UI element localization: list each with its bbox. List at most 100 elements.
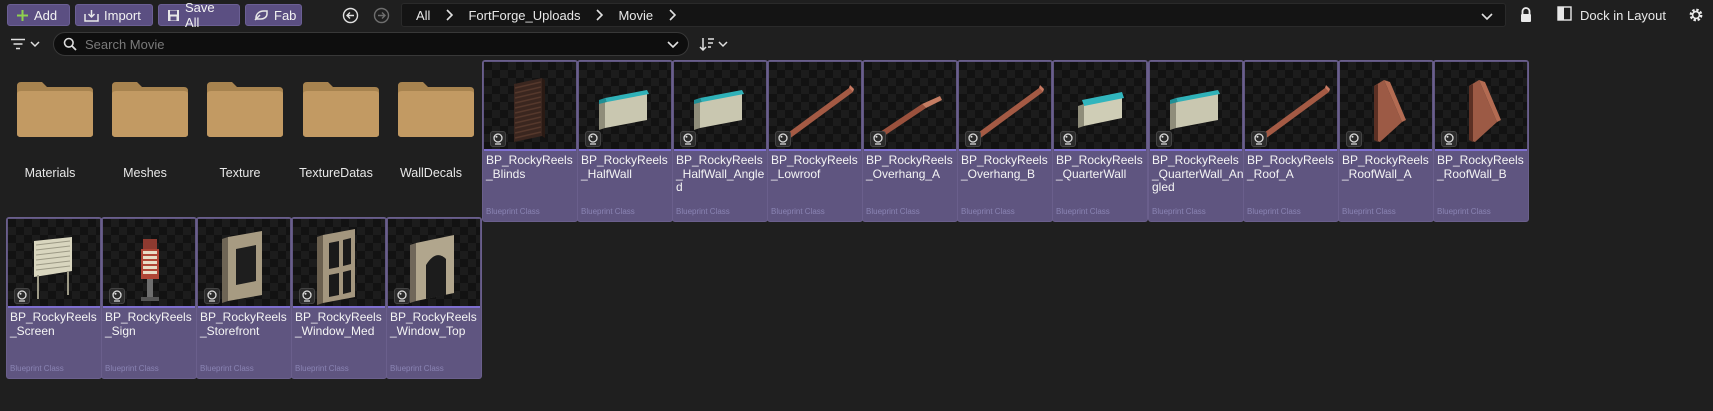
folder-icon [397, 78, 475, 138]
lock-icon[interactable] [1518, 6, 1534, 24]
asset-name: BP_RockyReels_Roof_A [1247, 153, 1334, 181]
asset-grid: Materials Meshes Texture TextureDatas WallDe… [0, 60, 1713, 411]
asset-tile[interactable]: BP_RockyReels_Window_Top Blueprint Class [386, 217, 482, 379]
chevron-right-icon[interactable] [589, 8, 609, 22]
folder-icon [206, 78, 284, 138]
asset-tile[interactable]: BP_RockyReels_RoofWall_A Blueprint Class [1338, 60, 1434, 222]
folder-label: Materials [24, 166, 76, 180]
chevron-right-icon[interactable] [662, 8, 682, 22]
asset-tile[interactable]: BP_RockyReels_Roof_A Blueprint Class [1243, 60, 1339, 222]
asset-tile[interactable]: BP_RockyReels_Blinds Blueprint Class [482, 60, 578, 222]
folder-item[interactable]: Materials [2, 60, 98, 220]
asset-tile[interactable]: BP_RockyReels_QuarterWall Blueprint Class [1052, 60, 1148, 222]
blueprint-icon [109, 288, 125, 304]
asset-tile[interactable]: BP_RockyReels_RoofWall_B Blueprint Class [1433, 60, 1529, 222]
asset-thumbnail [293, 219, 385, 308]
folder-item[interactable]: WallDecals [383, 60, 479, 220]
blueprint-icon [490, 131, 506, 147]
fab-icon [254, 9, 269, 21]
asset-thumbnail [103, 219, 195, 308]
chevron-right-icon[interactable] [439, 8, 459, 22]
blueprint-icon [394, 288, 410, 304]
blueprint-icon [965, 131, 981, 147]
asset-name: BP_RockyReels_Storefront [200, 310, 287, 338]
asset-type: Blueprint Class [676, 207, 730, 216]
filter-icon [11, 38, 25, 50]
asset-thumbnail [1340, 62, 1432, 151]
asset-name: BP_RockyReels_QuarterWall_Angled [1152, 153, 1244, 194]
back-button[interactable] [341, 6, 359, 24]
asset-thumbnail [8, 219, 100, 308]
asset-name: BP_RockyReels_RoofWall_B [1437, 153, 1524, 181]
asset-thumbnail [198, 219, 290, 308]
folder-icon [302, 78, 380, 138]
breadcrumb-item-all[interactable]: All [416, 8, 430, 23]
folder-label: WallDecals [399, 166, 463, 180]
asset-type: Blueprint Class [961, 207, 1015, 216]
breadcrumb-item-movie[interactable]: Movie [618, 8, 653, 23]
asset-thumbnail [484, 62, 576, 151]
asset-type: Blueprint Class [200, 364, 254, 373]
asset-tile[interactable]: BP_RockyReels_Lowroof Blueprint Class [767, 60, 863, 222]
sort-button[interactable] [699, 35, 731, 53]
blueprint-icon [585, 131, 601, 147]
chevron-down-icon[interactable] [1479, 8, 1495, 24]
asset-thumbnail [1150, 62, 1242, 151]
blueprint-icon [204, 288, 220, 304]
asset-type: Blueprint Class [1152, 207, 1206, 216]
gear-icon[interactable] [1687, 6, 1705, 24]
blueprint-icon [1060, 131, 1076, 147]
search-field[interactable] [53, 32, 689, 56]
folder-item[interactable]: Texture [192, 60, 288, 220]
breadcrumb-item-fortforge-uploads[interactable]: FortForge_Uploads [468, 8, 580, 23]
filter-bar [0, 31, 1713, 57]
add-icon [16, 9, 29, 22]
asset-type: Blueprint Class [1247, 207, 1301, 216]
save-all-button[interactable]: Save All [158, 0, 240, 30]
chevron-down-icon [30, 41, 40, 48]
asset-name: BP_RockyReels_Blinds [486, 153, 573, 181]
asset-tile[interactable]: BP_RockyReels_QuarterWall_Angled Blueprin… [1148, 60, 1244, 222]
asset-tile[interactable]: BP_RockyReels_HalfWall Blueprint Class [577, 60, 673, 222]
asset-tile[interactable]: BP_RockyReels_Overhang_A Blueprint Class [862, 60, 958, 222]
fab-button-label: Fab [274, 7, 297, 23]
search-input[interactable] [85, 36, 645, 52]
save-all-button-label: Save All [185, 0, 215, 30]
asset-type: Blueprint Class [581, 207, 635, 216]
asset-tile[interactable]: BP_RockyReels_Overhang_B Blueprint Class [957, 60, 1053, 222]
import-button[interactable]: Import [75, 4, 153, 26]
filter-button[interactable] [10, 35, 44, 53]
folder-item[interactable]: Meshes [97, 60, 193, 220]
asset-tile[interactable]: BP_RockyReels_HalfWall_Angled Blueprint C… [672, 60, 768, 222]
folder-label: TextureDatas [299, 166, 373, 180]
asset-type: Blueprint Class [105, 364, 159, 373]
asset-tile[interactable]: BP_RockyReels_Storefront Blueprint Class [196, 217, 292, 379]
asset-thumbnail [674, 62, 766, 151]
add-button-label: Add [34, 7, 58, 23]
asset-type: Blueprint Class [1437, 207, 1491, 216]
folder-item[interactable]: TextureDatas [288, 60, 384, 220]
asset-tile[interactable]: BP_RockyReels_Screen Blueprint Class [6, 217, 102, 379]
folder-icon [16, 78, 94, 138]
chevron-down-icon[interactable] [666, 37, 680, 54]
asset-tile[interactable]: BP_RockyReels_Window_Med Blueprint Class [291, 217, 387, 379]
asset-thumbnail [864, 62, 956, 151]
import-icon [84, 9, 99, 22]
asset-type: Blueprint Class [1056, 207, 1110, 216]
asset-tile[interactable]: BP_RockyReels_Sign Blueprint Class [101, 217, 197, 379]
sort-icon [699, 38, 714, 51]
add-button[interactable]: Add [7, 4, 70, 26]
blueprint-icon [680, 131, 696, 147]
blueprint-icon [14, 288, 30, 304]
fab-button[interactable]: Fab [245, 4, 302, 26]
asset-thumbnail [1245, 62, 1337, 151]
forward-button[interactable] [372, 6, 390, 24]
asset-name: BP_RockyReels_RoofWall_A [1342, 153, 1429, 181]
toolbar: Add Import Save All Fab All FortForge_Up… [0, 0, 1713, 30]
dock-in-layout-button[interactable]: Dock in Layout [1557, 5, 1666, 25]
asset-thumbnail [388, 219, 480, 308]
asset-name: BP_RockyReels_QuarterWall [1056, 153, 1143, 181]
asset-name: BP_RockyReels_HalfWall_Angled [676, 153, 765, 194]
asset-thumbnail [769, 62, 861, 151]
blueprint-icon [1156, 131, 1172, 147]
